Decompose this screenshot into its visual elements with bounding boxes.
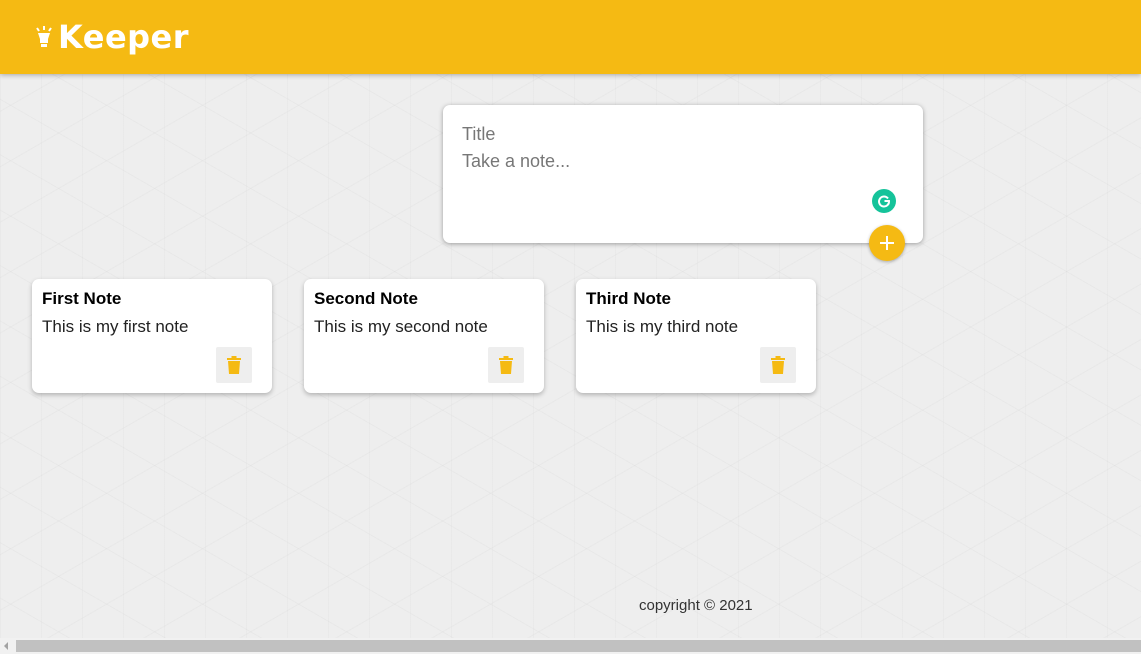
note-card: First Note This is my first note: [32, 279, 272, 393]
grammarly-icon[interactable]: [872, 189, 896, 213]
copyright-text: copyright © 2021: [639, 597, 753, 614]
trash-icon: [499, 356, 513, 374]
note-title: Third Note: [586, 289, 671, 308]
logo[interactable]: Keeper: [34, 18, 189, 56]
delete-note-button[interactable]: [760, 347, 796, 383]
add-note-button[interactable]: [869, 225, 905, 261]
delete-note-button[interactable]: [488, 347, 524, 383]
note-card: Third Note This is my third note: [576, 279, 816, 393]
note-card: Second Note This is my second note: [304, 279, 544, 393]
note-content: This is my third note: [586, 317, 739, 336]
plus-icon: [880, 236, 894, 250]
scrollbar-thumb[interactable]: [16, 640, 1141, 652]
note-content: This is my first note: [42, 317, 189, 336]
note-content-input[interactable]: [462, 151, 904, 211]
delete-note-button[interactable]: [216, 347, 252, 383]
trash-icon: [227, 356, 241, 374]
app-header: Keeper: [0, 0, 1141, 74]
horizontal-scrollbar[interactable]: [0, 638, 1141, 654]
trash-icon: [771, 356, 785, 374]
note-title: Second Note: [314, 289, 418, 308]
note-title: First Note: [42, 289, 122, 308]
brand-name: Keeper: [58, 18, 190, 56]
scroll-left-arrow-icon[interactable]: [4, 642, 8, 650]
note-title-input[interactable]: [462, 121, 904, 147]
create-note-form: [443, 105, 923, 243]
bulb-icon: [36, 26, 52, 47]
note-content: This is my second note: [314, 317, 488, 336]
